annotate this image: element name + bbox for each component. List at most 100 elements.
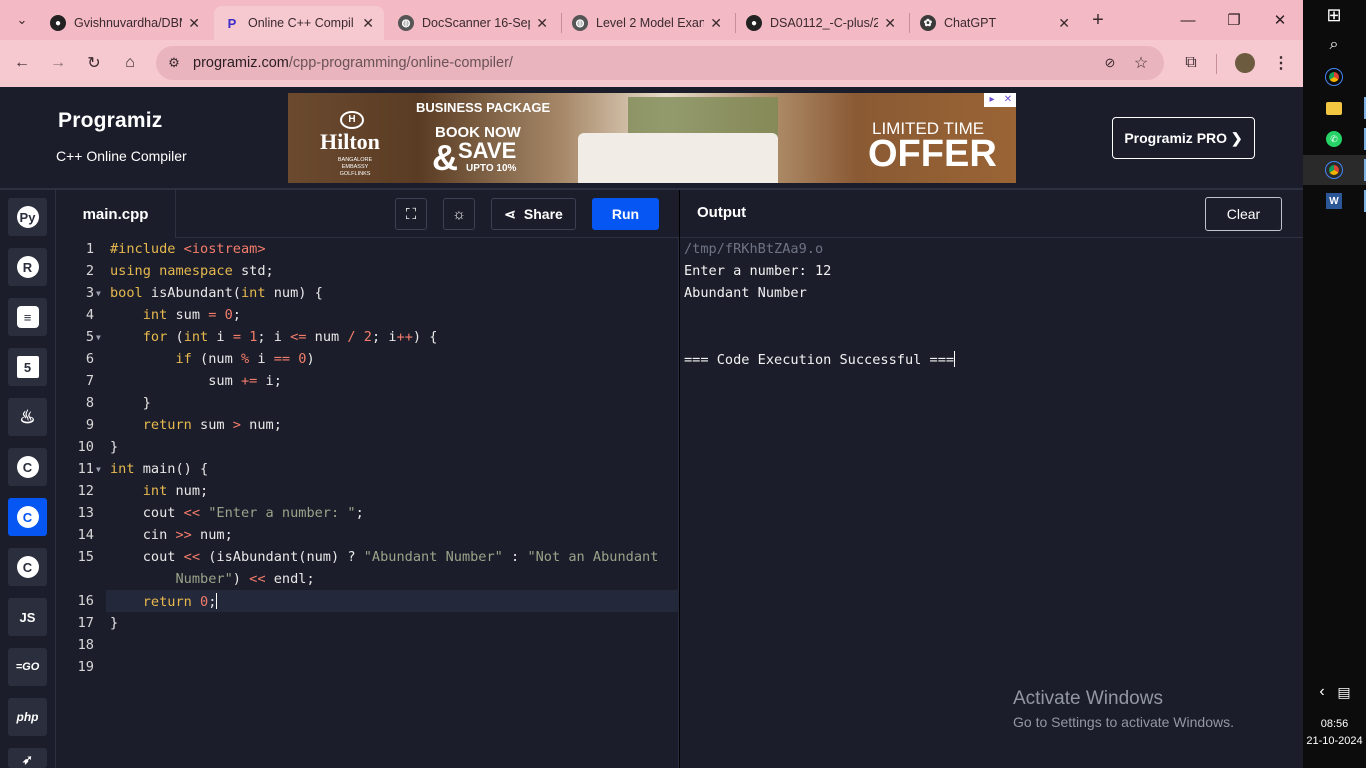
share-button[interactable]: ⋖ Share xyxy=(491,198,576,230)
site-header: Programiz C++ Online Compiler H Hilton B… xyxy=(0,87,1303,190)
lang-php[interactable]: php xyxy=(8,698,47,736)
tab-title: Level 2 Model Exan xyxy=(596,16,705,30)
site-settings-icon[interactable]: ⚙ xyxy=(160,50,188,76)
fullscreen-button[interactable]: ⛶ xyxy=(395,198,427,230)
lang-go[interactable]: =GO xyxy=(8,648,47,686)
output-console[interactable]: /tmp/fRKhBtZAa9.o Enter a number: 12 Abu… xyxy=(680,238,1303,768)
close-icon[interactable]: ✕ xyxy=(1000,93,1016,107)
close-icon[interactable]: ✕ xyxy=(710,15,722,32)
lang-r[interactable]: R xyxy=(8,248,47,286)
code-editor[interactable]: 1 2 3 4 5 6 7 8 9 10 11 12 13 14 15 16 17 18 19 ▼ ▼ ▼ #inc… xyxy=(56,238,679,768)
search-button[interactable]: ⌕ xyxy=(1323,34,1345,56)
fold-arrow-icon[interactable]: ▼ xyxy=(96,333,101,342)
plus-icon: + xyxy=(1092,8,1104,31)
clear-button[interactable]: Clear xyxy=(1205,197,1282,231)
address-bar[interactable]: ⚙ programiz.com/cpp-programming/online-c… xyxy=(156,46,1164,80)
file-tab-main-cpp[interactable]: main.cpp xyxy=(56,190,176,238)
url-path: /cpp-programming/online-compiler/ xyxy=(288,55,513,71)
taskbar-file-explorer[interactable] xyxy=(1323,97,1345,119)
php-icon: php xyxy=(16,710,39,724)
windows-logo-icon: ⊞ xyxy=(1326,4,1342,25)
close-icon[interactable]: ✕ xyxy=(362,15,374,32)
code-line-15-wrap: Number") << endl; xyxy=(175,571,315,587)
programiz-logo[interactable]: Programiz xyxy=(58,109,163,133)
output-line: Abundant Number xyxy=(684,285,807,301)
hilton-logo-mark: H xyxy=(340,111,364,129)
adchoices-icon[interactable]: ▸ xyxy=(984,93,1000,107)
reload-button[interactable]: ↻ xyxy=(80,50,108,76)
lang-sql[interactable]: ≡ xyxy=(8,298,47,336)
code-line-3: bool isAbundant(int num) { xyxy=(110,285,323,301)
extensions-button[interactable]: ⧉ xyxy=(1177,50,1205,76)
close-icon[interactable]: ✕ xyxy=(1058,15,1070,32)
back-button[interactable]: ← xyxy=(8,50,36,76)
tab-title: ChatGPT xyxy=(944,16,997,30)
tab-docscanner[interactable]: ◍ DocScanner 16-Sep ✕ xyxy=(388,6,558,40)
lang-cpp[interactable]: C xyxy=(8,498,47,536)
menu-button[interactable]: ⋮ xyxy=(1267,50,1295,76)
lang-csharp[interactable]: C xyxy=(8,548,47,586)
run-button[interactable]: Run xyxy=(592,198,659,230)
toolbar-divider xyxy=(1216,54,1217,74)
ad-window-image xyxy=(628,97,778,137)
tab-github-dsa[interactable]: ● DSA0112_-C-plus/2 ✕ xyxy=(736,6,906,40)
ad-package: BUSINESS PACKAGE xyxy=(416,100,551,115)
r-icon: R xyxy=(16,256,39,278)
system-clock[interactable]: 08:56 21-10-2024 xyxy=(1303,716,1366,750)
puzzle-icon: ⧉ xyxy=(1185,54,1197,71)
show-hidden-icons-button[interactable]: ‹ xyxy=(1311,681,1333,703)
fold-arrow-icon[interactable]: ▼ xyxy=(96,289,101,298)
programiz-pro-button[interactable]: Programiz PRO ❯ xyxy=(1112,117,1255,159)
new-tab-button[interactable]: + xyxy=(1084,8,1112,32)
code-line-2: using namespace std; xyxy=(110,263,274,279)
notifications-button[interactable]: ▤ xyxy=(1333,681,1355,703)
language-sidebar: Py R ≡ 5 ♨ C C C JS =GO php ➶ xyxy=(0,190,56,768)
tab-online-cpp[interactable]: P Online C++ Compil ✕ xyxy=(214,6,384,40)
url-text[interactable]: programiz.com/cpp-programming/online-com… xyxy=(193,55,513,71)
ad-banner[interactable]: H Hilton BANGALORE EMBASSY GOLFLINKS BUS… xyxy=(288,93,1016,183)
ad-choices-badge[interactable]: ▸ ✕ xyxy=(984,93,1016,107)
line-number: 12 xyxy=(77,483,94,499)
profile-button[interactable] xyxy=(1231,50,1259,76)
arrow-left-icon: ← xyxy=(14,54,30,71)
output-line: /tmp/fRKhBtZAa9.o xyxy=(684,241,824,257)
taskbar-chrome-active[interactable] xyxy=(1323,159,1345,181)
restore-button[interactable]: ❐ xyxy=(1214,6,1254,34)
tab-search-button[interactable]: ⌄ xyxy=(8,8,36,32)
code-line-4: int sum = 0; xyxy=(142,307,241,323)
close-icon[interactable]: ✕ xyxy=(884,15,896,32)
globe-icon: ◍ xyxy=(572,15,588,31)
taskbar-chrome[interactable] xyxy=(1323,66,1345,88)
chevron-left-icon: ‹ xyxy=(1319,683,1325,700)
lang-java[interactable]: ♨ xyxy=(8,398,47,436)
arrow-right-icon: → xyxy=(50,54,66,71)
close-icon[interactable]: ✕ xyxy=(536,15,548,32)
lang-html[interactable]: 5 xyxy=(8,348,47,386)
lang-python[interactable]: Py xyxy=(8,198,47,236)
minimize-button[interactable]: — xyxy=(1168,6,1208,34)
fold-arrow-icon[interactable]: ▼ xyxy=(96,465,101,474)
tab-chatgpt[interactable]: ✿ ChatGPT ✕ xyxy=(910,6,1080,40)
code-line-13: cout << "Enter a number: "; xyxy=(110,505,364,521)
ad-brand: Hilton xyxy=(320,129,380,154)
lang-js[interactable]: JS xyxy=(8,598,47,636)
theme-toggle-button[interactable]: ☼ xyxy=(443,198,475,230)
tab-level2-exam[interactable]: ◍ Level 2 Model Exan ✕ xyxy=(562,6,732,40)
line-number: 4 xyxy=(85,307,94,323)
bookmark-star-icon[interactable]: ☆ xyxy=(1127,50,1155,76)
taskbar-word[interactable]: W xyxy=(1323,190,1345,212)
tab-github-dbm[interactable]: ● Gvishnuvardha/DBM ✕ xyxy=(40,6,210,40)
forward-button[interactable]: → xyxy=(44,50,72,76)
chatgpt-icon: ✿ xyxy=(920,15,936,31)
ad-bed-image xyxy=(578,133,778,183)
close-icon[interactable]: ✕ xyxy=(188,15,200,32)
taskbar-whatsapp[interactable]: ✆ xyxy=(1323,128,1345,150)
close-window-button[interactable]: ✕ xyxy=(1260,6,1300,34)
start-button[interactable]: ⊞ xyxy=(1323,4,1345,26)
eye-off-icon[interactable]: ⊘ xyxy=(1096,50,1124,76)
watermark-title: Activate Windows xyxy=(1013,688,1163,709)
lang-swift[interactable]: ➶ xyxy=(8,748,47,768)
lang-c[interactable]: C xyxy=(8,448,47,486)
home-button[interactable]: ⌂ xyxy=(116,50,144,76)
line-number: 7 xyxy=(85,373,94,389)
